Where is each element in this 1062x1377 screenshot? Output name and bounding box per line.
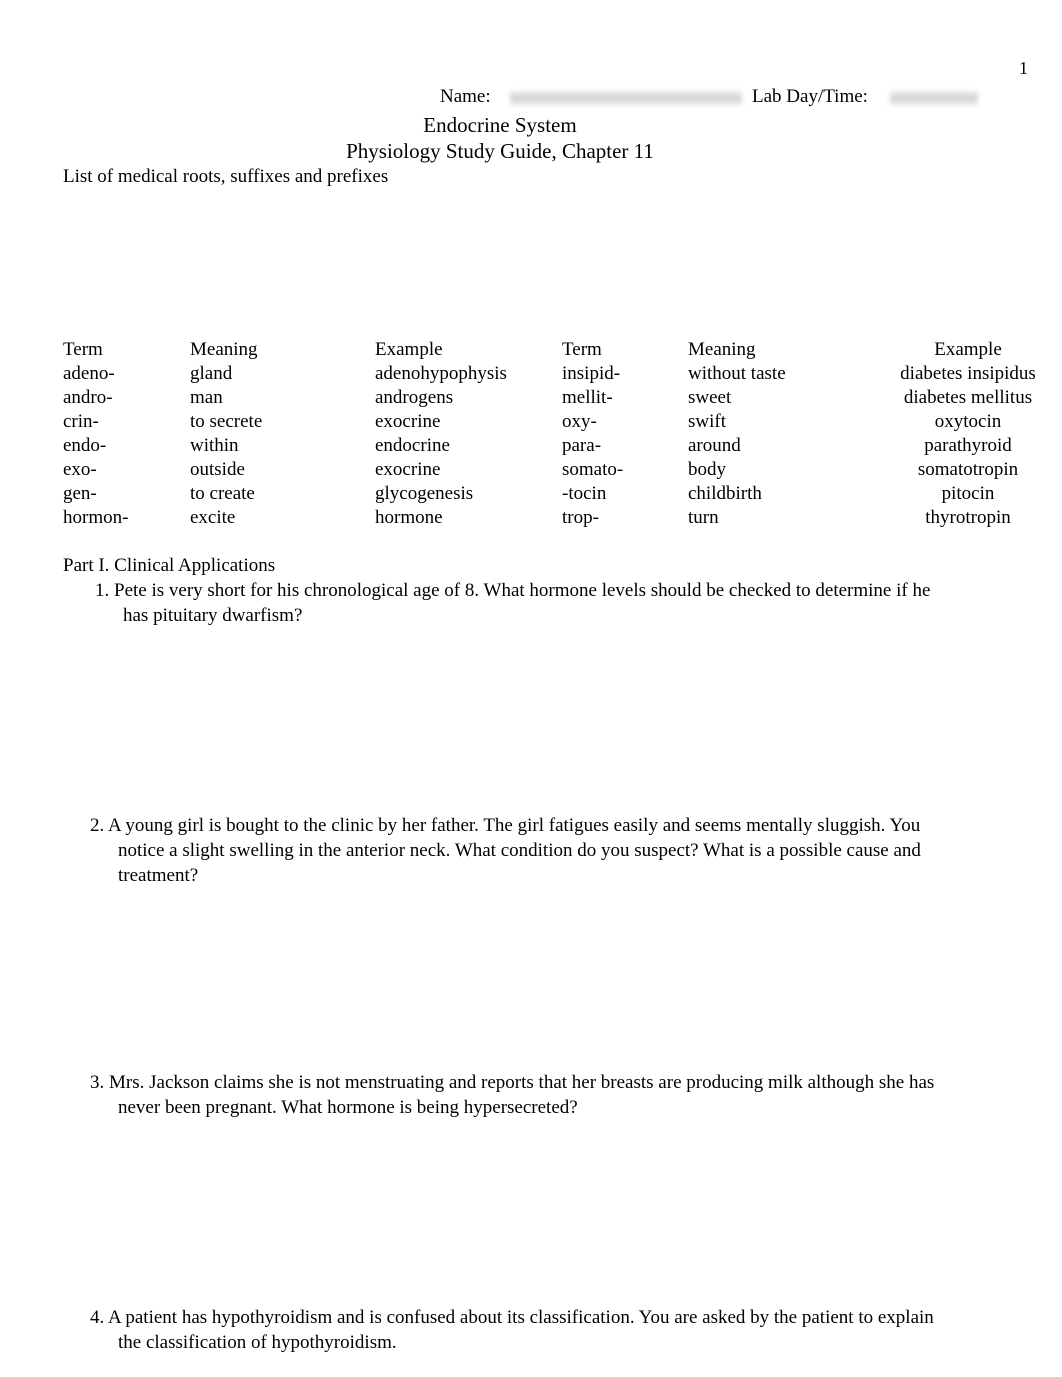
cell-term: gen- xyxy=(63,483,97,504)
table-row: oxy- swift oxytocin xyxy=(562,410,1061,434)
cell-example: thyrotropin xyxy=(925,507,1011,528)
table-row: hormon- excite hormone xyxy=(63,506,562,530)
cell-meaning: childbirth xyxy=(688,483,762,504)
cell-example: exocrine xyxy=(375,411,441,432)
table-row: trop- turn thyrotropin xyxy=(562,506,1061,530)
table-row: insipid- without taste diabetes insipidu… xyxy=(562,362,1061,386)
document-title: Endocrine System xyxy=(423,113,577,137)
question-item-4: 4. A patient has hypothyroidism and is c… xyxy=(90,1307,934,1353)
cell-example: diabetes insipidus xyxy=(900,363,1036,384)
table-header-row: Term Meaning Example xyxy=(63,338,562,362)
column-header-term: Term xyxy=(63,339,103,360)
cell-example: parathyroid xyxy=(924,435,1012,456)
column-header-example: Example xyxy=(375,339,443,360)
table-row: adeno- gland adenohypophysis xyxy=(63,362,562,386)
cell-meaning: within xyxy=(190,435,239,456)
cell-term: mellit- xyxy=(562,387,613,408)
cell-example: pitocin xyxy=(941,483,995,504)
cell-example: exocrine xyxy=(375,459,441,480)
question-item-1: 1. Pete is very short for his chronologi… xyxy=(95,580,931,626)
glossary-intro-text: List of medical roots, suffixes and pref… xyxy=(63,166,389,187)
cell-meaning: body xyxy=(688,459,726,480)
cell-meaning: to secrete xyxy=(190,411,263,432)
question-item-2: 2. A young girl is bought to the clinic … xyxy=(90,815,921,886)
cell-meaning: turn xyxy=(688,507,719,528)
cell-meaning: without taste xyxy=(688,363,786,384)
column-header-term: Term xyxy=(562,339,602,360)
cell-meaning: sweet xyxy=(688,387,732,408)
lab-day-time-field-redaction xyxy=(890,89,978,108)
column-header-example: Example xyxy=(934,339,1002,360)
cell-term: andro- xyxy=(63,387,113,408)
cell-example: hormone xyxy=(375,507,443,528)
document-page: 1 Name: Lab Day/Time: Endocrine System P… xyxy=(0,0,1062,1377)
cell-meaning: swift xyxy=(688,411,726,432)
table-row: somato- body somatotropin xyxy=(562,458,1061,482)
cell-term: trop- xyxy=(562,507,599,528)
column-header-meaning: Meaning xyxy=(688,339,756,360)
cell-example: glycogenesis xyxy=(375,483,474,504)
cell-meaning: to create xyxy=(190,483,255,504)
table-row: gen- to create glycogenesis xyxy=(63,482,562,506)
glossary-table-right: Term Meaning Example insipid- without ta… xyxy=(562,338,1061,530)
cell-term: crin- xyxy=(63,411,99,432)
glossary-table-left: Term Meaning Example adeno- gland adenoh… xyxy=(63,338,562,530)
cell-meaning: outside xyxy=(190,459,245,480)
question-item-3: 3. Mrs. Jackson claims she is not menstr… xyxy=(90,1072,935,1118)
cell-term: insipid- xyxy=(562,363,621,384)
cell-example: diabetes mellitus xyxy=(903,387,1033,408)
cell-term: para- xyxy=(562,435,602,456)
cell-term: adeno- xyxy=(63,363,115,384)
cell-term: exo- xyxy=(63,459,97,480)
cell-term: -tocin xyxy=(562,483,607,504)
cell-example: oxytocin xyxy=(934,411,1002,432)
column-header-meaning: Meaning xyxy=(190,339,258,360)
cell-term: hormon- xyxy=(63,507,129,528)
cell-term: endo- xyxy=(63,435,107,456)
cell-term: somato- xyxy=(562,459,624,480)
page-number: 1 xyxy=(1019,58,1028,78)
table-row: mellit- sweet diabetes mellitus xyxy=(562,386,1061,410)
table-row: -tocin childbirth pitocin xyxy=(562,482,1061,506)
table-row: crin- to secrete exocrine xyxy=(63,410,562,434)
table-row: endo- within endocrine xyxy=(63,434,562,458)
cell-meaning: around xyxy=(688,435,741,456)
table-row: exo- outside exocrine xyxy=(63,458,562,482)
table-header-row: Term Meaning Example xyxy=(562,338,1061,362)
cell-example: androgens xyxy=(375,387,454,408)
cell-example: somatotropin xyxy=(917,459,1019,480)
cell-meaning: man xyxy=(190,387,223,408)
table-row: andro- man androgens xyxy=(63,386,562,410)
document-subtitle: Physiology Study Guide, Chapter 11 xyxy=(346,139,654,163)
name-label: Name: xyxy=(440,86,491,107)
lab-day-time-label: Lab Day/Time: xyxy=(752,86,868,107)
cell-example: adenohypophysis xyxy=(375,363,507,384)
name-field-redaction xyxy=(510,89,742,108)
cell-example: endocrine xyxy=(375,435,450,456)
cell-term: oxy- xyxy=(562,411,597,432)
part-one-heading: Part I. Clinical Applications xyxy=(63,555,276,576)
header-fields: Name: Lab Day/Time: xyxy=(0,86,1062,114)
cell-meaning: gland xyxy=(190,363,233,384)
cell-meaning: excite xyxy=(190,507,236,528)
table-row: para- around parathyroid xyxy=(562,434,1061,458)
